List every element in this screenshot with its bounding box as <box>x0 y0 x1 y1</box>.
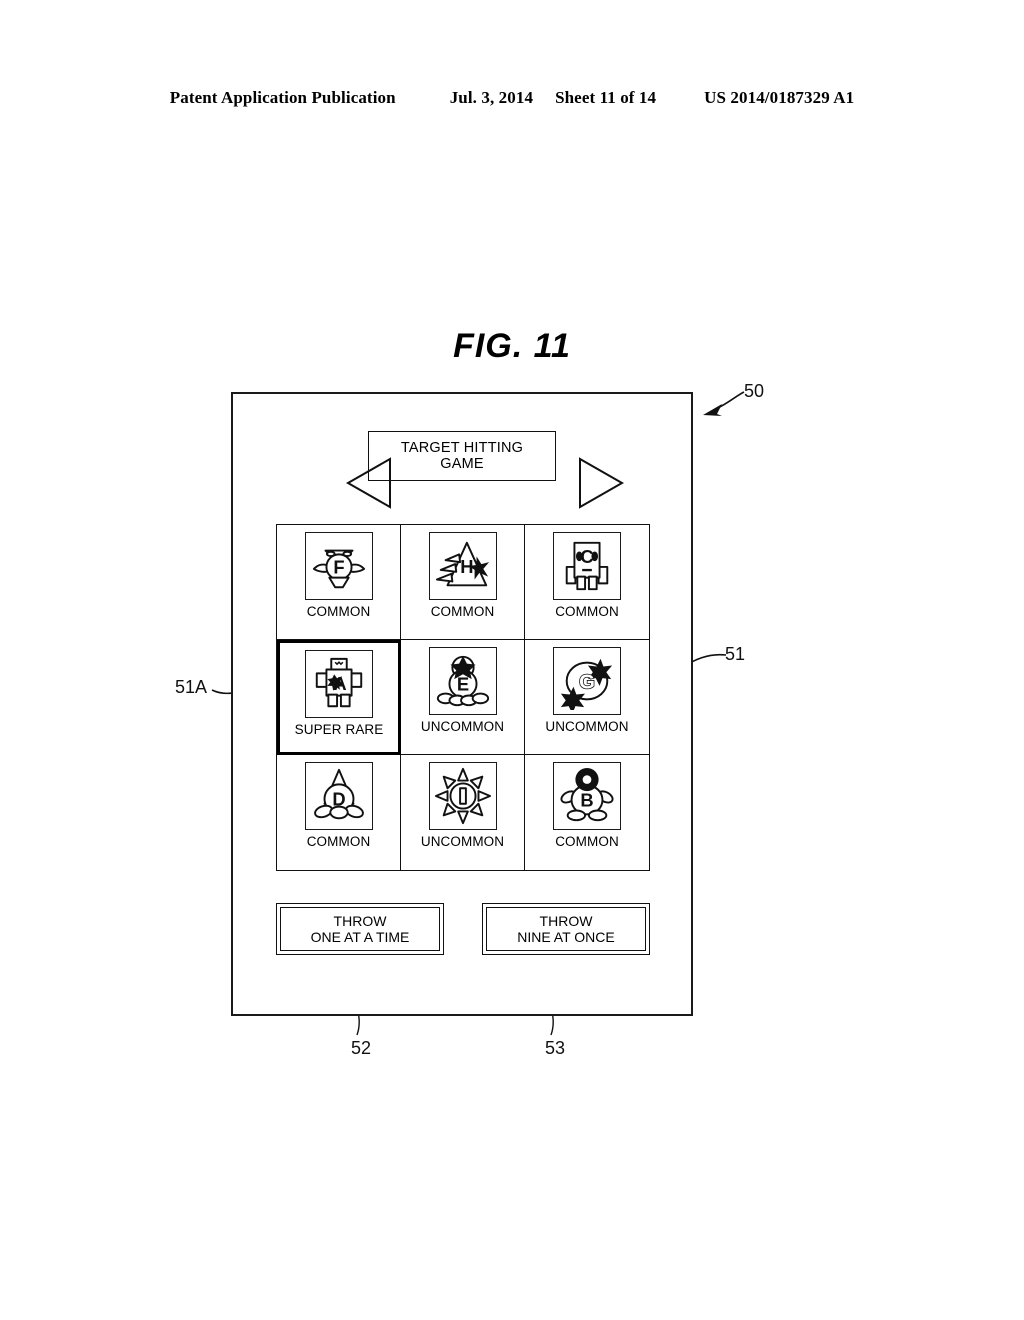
title-bar: TARGET HITTING GAME <box>233 428 691 509</box>
character-i-icon <box>428 762 497 830</box>
svg-text:C: C <box>580 546 593 567</box>
character-c-icon: C <box>553 532 621 600</box>
svg-text:D: D <box>332 789 345 810</box>
character-cell-g[interactable]: G UNCOMMON <box>525 640 649 755</box>
throw-nine-line2: NINE AT ONCE <box>517 929 615 945</box>
character-cell-a[interactable]: A SUPER RARE <box>277 640 401 755</box>
character-e-icon: E <box>428 647 497 715</box>
reference-numeral-53: 53 <box>545 1038 566 1058</box>
svg-text:E: E <box>456 674 468 695</box>
character-d-icon: D <box>304 762 373 830</box>
throw-one-at-a-time-label: THROW ONE AT A TIME <box>280 907 440 951</box>
throw-one-line2: ONE AT A TIME <box>310 929 410 945</box>
sheet-number: Sheet 11 of 14 <box>555 88 657 107</box>
throw-one-line1: THROW <box>333 913 387 929</box>
character-cell-e[interactable]: E UNCOMMON <box>401 640 525 755</box>
throw-nine-line1: THROW <box>539 913 593 929</box>
rarity-label: COMMON <box>555 834 619 849</box>
game-title: TARGET HITTING GAME <box>401 440 523 472</box>
rarity-label: SUPER RARE <box>294 722 384 737</box>
character-f-icon: F <box>304 532 373 600</box>
rarity-label: COMMON <box>430 604 495 619</box>
game-screen: TARGET HITTING GAME F COMMON H COMMON C … <box>231 392 693 1016</box>
character-cell-f[interactable]: F COMMON <box>277 525 401 640</box>
character-cell-d[interactable]: D COMMON <box>277 755 401 870</box>
throw-one-at-a-time-button[interactable]: THROW ONE AT A TIME <box>276 903 444 955</box>
throw-nine-at-once-button[interactable]: THROW NINE AT ONCE <box>482 903 650 955</box>
svg-text:A: A <box>333 673 346 694</box>
character-g-icon: G <box>553 647 621 715</box>
reference-numeral-52: 52 <box>351 1038 372 1058</box>
rarity-label: COMMON <box>306 834 371 849</box>
svg-text:F: F <box>333 557 344 578</box>
rarity-label: UNCOMMON <box>545 719 629 734</box>
character-h-icon: H <box>428 532 497 600</box>
rarity-label: UNCOMMON <box>420 834 505 849</box>
reference-numeral-50: 50 <box>744 381 765 401</box>
character-cell-i[interactable]: UNCOMMON <box>401 755 525 870</box>
rarity-label: COMMON <box>555 604 619 619</box>
svg-text:H: H <box>460 556 473 577</box>
reference-numeral-51: 51 <box>725 644 746 664</box>
svg-text:B: B <box>580 790 593 811</box>
reference-numeral-51a: 51A <box>175 677 208 697</box>
patent-header: Patent Application Publication Jul. 3, 2… <box>0 88 1024 108</box>
character-cell-b[interactable]: B COMMON <box>525 755 649 870</box>
publication-label: Patent Application Publication <box>169 88 396 107</box>
throw-button-row: THROW ONE AT A TIME THROW NINE AT ONCE <box>276 903 650 955</box>
figure-label: FIG. 11 <box>453 327 571 365</box>
svg-text:G: G <box>579 672 595 694</box>
character-a-icon: A <box>305 650 373 718</box>
publication-date: Jul. 3, 2014 <box>449 88 534 107</box>
character-cell-h[interactable]: H COMMON <box>401 525 525 640</box>
throw-nine-at-once-label: THROW NINE AT ONCE <box>486 907 646 951</box>
game-title-line2: GAME <box>440 456 484 472</box>
character-grid: F COMMON H COMMON C COMMON A SUPER RARE … <box>276 524 650 871</box>
game-title-line1: TARGET HITTING <box>400 440 524 456</box>
rarity-label: UNCOMMON <box>420 719 505 734</box>
character-cell-c[interactable]: C COMMON <box>525 525 649 640</box>
rarity-label: COMMON <box>306 604 371 619</box>
game-title-box: TARGET HITTING GAME <box>368 431 556 481</box>
character-b-icon: B <box>553 762 621 830</box>
patent-number: US 2014/0187329 A1 <box>704 88 855 107</box>
